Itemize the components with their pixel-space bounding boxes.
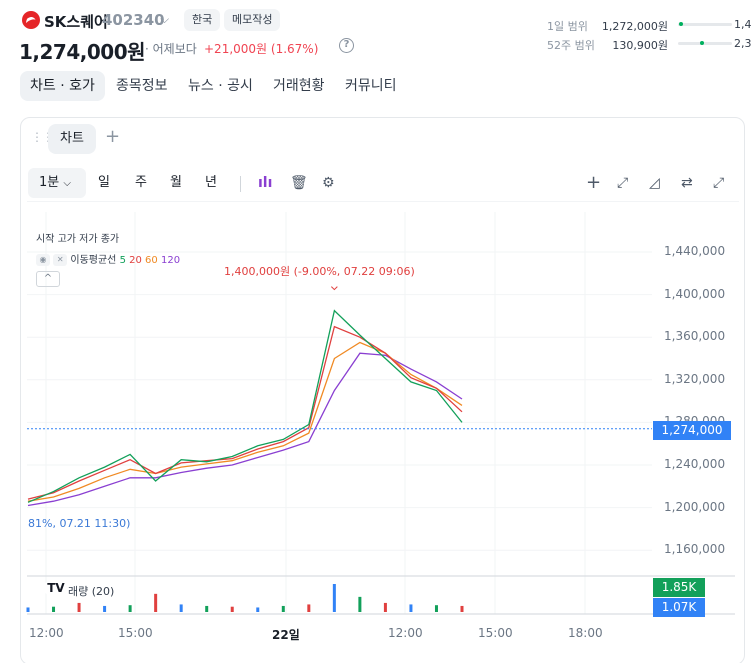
- ma-60: 60: [145, 255, 158, 266]
- y-tick-label: 1,400,000: [664, 286, 726, 301]
- stock-chart-page: { "header": { "stock_name": "SK스퀘어", "st…: [0, 0, 751, 663]
- x-tick-label: 12:00: [29, 626, 64, 640]
- ma-120: 120: [160, 255, 181, 266]
- high-marker: [330, 286, 338, 291]
- eye-icon[interactable]: ◉: [36, 254, 50, 266]
- volume-bar: [307, 604, 311, 612]
- volume-bar: [26, 607, 30, 612]
- volume-bar: [103, 605, 107, 612]
- price-chart[interactable]: [0, 0, 751, 663]
- y-tick-label: 1,160,000: [664, 542, 726, 557]
- y-tick-label: 1,440,000: [664, 244, 726, 258]
- x-tick-label: 12:00: [388, 626, 423, 640]
- y-tick-label: 1,320,000: [664, 371, 726, 386]
- y-tick-label: 1,200,000: [664, 499, 726, 514]
- ma-label: 이동평균선: [70, 255, 117, 266]
- volume-bar: [179, 604, 183, 612]
- volume-tag-down: 1.07K: [653, 598, 705, 617]
- ma-legend: ◉ ✕ 이동평균선 5 20 60 120: [36, 251, 180, 266]
- low-annotation: 81%, 07.21 11:30): [28, 517, 131, 530]
- volume-bar: [332, 584, 336, 612]
- volume-bar: [358, 596, 362, 612]
- volume-bar: [256, 607, 260, 612]
- volume-bar: [281, 605, 285, 612]
- y-tick-label: 1,240,000: [664, 457, 726, 471]
- collapse-legend-button[interactable]: ^: [36, 271, 60, 287]
- x-tick-label: 18:00: [568, 626, 603, 640]
- volume-bar: [383, 602, 387, 612]
- ma-20: 20: [129, 255, 142, 266]
- high-annotation: 1,400,000원 (-9.00%, 07.22 09:06): [224, 265, 415, 278]
- x-tick-label: 22일: [272, 628, 300, 642]
- ma-line-60: [27, 341, 463, 502]
- ohlc-legend: 시작 고가 저가 종가: [36, 234, 120, 245]
- volume-bar: [230, 606, 234, 612]
- volume-bar: [154, 593, 158, 612]
- volume-bar: [409, 604, 413, 612]
- volume-bar: [460, 605, 464, 612]
- volume-bar: [434, 605, 438, 612]
- volume-bar: [128, 605, 132, 612]
- volume-tag-up: 1.85K: [653, 578, 705, 597]
- volume-bar: [205, 605, 209, 612]
- chart-series: [27, 286, 463, 507]
- x-tick-label: 15:00: [118, 626, 153, 640]
- ma-line-5: [27, 309, 463, 503]
- ma-5: 5: [119, 255, 126, 266]
- close-icon[interactable]: ✕: [53, 254, 68, 266]
- y-tick-label: 1,360,000: [664, 329, 726, 344]
- volume-bar: [77, 602, 81, 612]
- tradingview-logo-icon: TV: [44, 578, 68, 598]
- volume-bar: [52, 606, 56, 612]
- current-price-tag: 1,274,000: [653, 421, 731, 440]
- ma-line-20: [27, 325, 463, 500]
- volume-label: 래량 (20): [68, 585, 115, 598]
- x-tick-label: 15:00: [478, 626, 513, 640]
